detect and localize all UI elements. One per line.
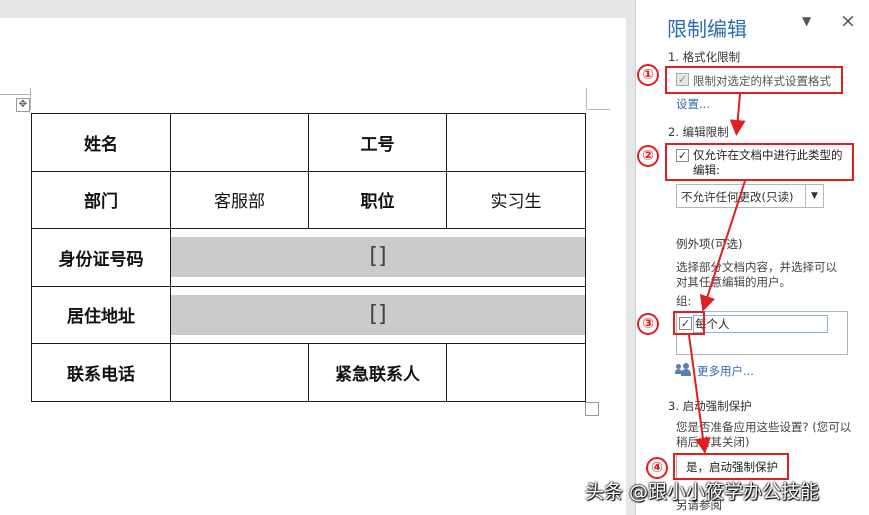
close-icon[interactable]: × [840,10,856,32]
table-cell[interactable]: 身份证号码 [31,228,171,287]
annotation-box-4 [673,453,789,480]
editable-region-cell[interactable]: [] [170,228,586,287]
exceptions-description: 对其任意编辑的用户。 [676,275,791,289]
crop-mark [30,88,31,110]
table-resize-handle[interactable] [585,402,599,416]
table-move-handle-icon[interactable]: ✥ [16,98,30,112]
table-cell[interactable]: 紧急联系人 [308,343,447,402]
annotation-marker-1: ① [637,64,659,86]
more-users-link[interactable]: 更多用户... [697,363,754,379]
annotation-box-3 [673,311,705,335]
exceptions-heading: 例外项(可选) [676,237,743,251]
table-cell[interactable]: 实习生 [446,170,586,229]
table-cell[interactable]: 部门 [31,170,171,229]
crop-mark [586,88,587,110]
formatting-settings-link[interactable]: 设置... [676,96,710,112]
table-row: 姓名 工号 [31,113,586,172]
editing-type-dropdown[interactable]: 不允许任何更改(只读) ▼ [676,184,824,208]
table-cell[interactable] [170,343,309,402]
table-cell[interactable]: 姓名 [31,113,171,172]
table-cell[interactable]: 联系电话 [31,343,171,402]
pane-options-chevron-icon[interactable]: ▼ [802,14,811,28]
formatting-restrictions-heading: 1. 格式化限制 [668,50,741,64]
table-cell[interactable]: 客服部 [170,170,309,229]
chevron-down-icon[interactable]: ▼ [805,185,823,207]
annotation-marker-2: ② [637,145,659,167]
annotation-box-2 [665,143,854,181]
crop-mark [0,94,30,95]
table-row: 部门 客服部 职位 实习生 [31,170,586,229]
start-enforcement-heading: 3. 启动强制保护 [668,399,752,413]
annotation-marker-3: ③ [637,313,659,335]
editable-region-cell[interactable]: [] [170,285,586,344]
dropdown-value: 不允许任何更改(只读) [681,190,794,204]
annotation-box-1 [665,66,843,94]
editing-restrictions-heading: 2. 编辑限制 [668,125,729,139]
watermark: 头条 @跟小小筱学办公技能 [585,481,820,503]
exceptions-description: 选择部分文档内容，并选择可以 [676,260,837,274]
table-cell[interactable]: 居住地址 [31,285,171,344]
table-cell[interactable]: 工号 [308,113,447,172]
table-row: 身份证号码 [] [31,228,586,287]
enforcement-question: 稍后将其关闭) [676,435,750,449]
pane-title: 限制编辑 [667,17,747,41]
editable-region-marker[interactable]: [] [171,237,585,278]
table-cell[interactable] [170,113,309,172]
annotation-marker-4: ④ [646,457,668,479]
editable-region-marker[interactable]: [] [171,294,585,335]
table-cell[interactable] [446,113,586,172]
crop-mark [588,109,610,110]
document-area: ✥ 姓名 工号 部门 客服部 职位 实习生 身份证号码 [] 居住地址 [] 联… [0,0,635,515]
table-cell[interactable]: 职位 [308,170,447,229]
table-row: 联系电话 紧急联系人 [31,343,586,402]
users-icon [675,363,692,376]
table-row: 居住地址 [] [31,285,586,344]
employee-info-table: 姓名 工号 部门 客服部 职位 实习生 身份证号码 [] 居住地址 [] 联系电… [31,113,586,402]
groups-label: 组: [676,294,692,308]
table-cell[interactable] [446,343,586,402]
enforcement-question: 您是否准备应用这些设置? (您可以 [676,420,852,434]
